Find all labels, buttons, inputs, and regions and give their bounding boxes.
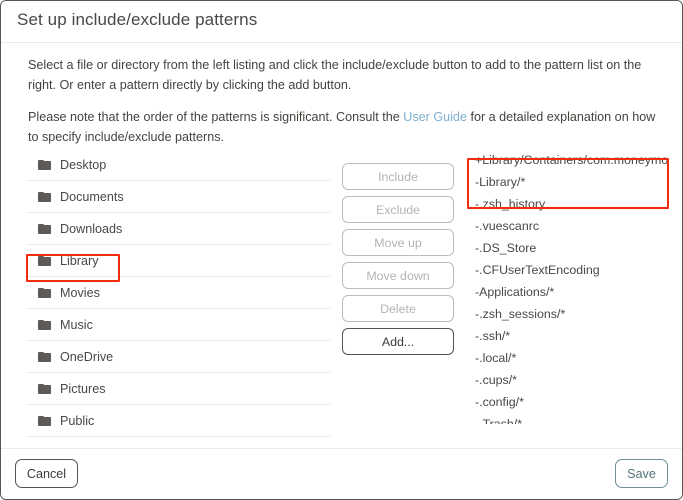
- cancel-button[interactable]: Cancel: [15, 459, 78, 488]
- pattern-list-item[interactable]: -.Trash/*: [467, 413, 669, 424]
- intro-paragraph-1: Select a file or directory from the left…: [28, 58, 642, 92]
- pattern-list-item[interactable]: -.zsh_history: [467, 193, 669, 215]
- move-up-button[interactable]: Move up: [342, 229, 454, 256]
- file-list-item-label: Music: [60, 317, 93, 332]
- pattern-list-item[interactable]: -Applications/*: [467, 281, 669, 303]
- pattern-list-item[interactable]: -.zsh_sessions/*: [467, 303, 669, 325]
- folder-icon: [38, 223, 51, 234]
- pattern-list-item[interactable]: -.config/*: [467, 391, 669, 413]
- intro-paragraph-2: Please note that the order of the patter…: [28, 107, 658, 147]
- file-list-item-label: Library: [60, 253, 99, 268]
- file-list-item[interactable]: Downloads: [26, 213, 331, 245]
- file-list-item-label: Public: [60, 413, 95, 428]
- pattern-list-item[interactable]: -Library/*: [467, 171, 669, 193]
- file-list-item-label: Pictures: [60, 381, 106, 396]
- pattern-list-item[interactable]: -.vuescanrc: [467, 215, 669, 237]
- include-exclude-patterns-dialog: Set up include/exclude patterns Select a…: [0, 0, 683, 500]
- move-down-button[interactable]: Move down: [342, 262, 454, 289]
- file-listing[interactable]: Desktop Documents Downloads Library Movies Mu…: [26, 149, 331, 444]
- include-button[interactable]: Include: [342, 163, 454, 190]
- folder-icon: [38, 383, 51, 394]
- dialog-title: Set up include/exclude patterns: [17, 10, 258, 29]
- file-list-item[interactable]: Public: [26, 405, 331, 437]
- folder-icon: [38, 287, 51, 298]
- file-list-item[interactable]: Pictures: [26, 373, 331, 405]
- file-list-item[interactable]: Desktop: [26, 149, 331, 181]
- file-list-item[interactable]: Music: [26, 309, 331, 341]
- folder-icon: [38, 159, 51, 170]
- file-list-item-label: Documents: [60, 189, 124, 204]
- file-list-item-label: Movies: [60, 285, 100, 300]
- dialog-header: Set up include/exclude patterns: [1, 1, 682, 43]
- file-list-item-label: Downloads: [60, 221, 123, 236]
- pattern-list-item[interactable]: -.cups/*: [467, 369, 669, 391]
- pattern-list-item[interactable]: -.DS_Store: [467, 237, 669, 259]
- add-button[interactable]: Add...: [342, 328, 454, 355]
- folder-icon: [38, 191, 51, 202]
- operation-button-column: Include Exclude Move up Move down Delete…: [342, 163, 454, 361]
- file-list-item[interactable]: Library: [26, 245, 331, 277]
- pattern-listing[interactable]: +Library/Containers/com.moneymone -Librar…: [467, 149, 669, 442]
- user-guide-link[interactable]: User Guide: [403, 110, 467, 124]
- file-list-item[interactable]: Documents: [26, 181, 331, 213]
- folder-icon: [38, 351, 51, 362]
- dialog-body: Desktop Documents Downloads Library Movies Mu…: [1, 149, 682, 449]
- exclude-button[interactable]: Exclude: [342, 196, 454, 223]
- file-list-item[interactable]: OneDrive: [26, 341, 331, 373]
- pattern-list-item[interactable]: -.ssh/*: [467, 325, 669, 347]
- intro-paragraph-2-before: Please note that the order of the patter…: [28, 110, 404, 124]
- folder-icon: [38, 415, 51, 426]
- file-list-item-label: OneDrive: [60, 349, 114, 364]
- delete-button[interactable]: Delete: [342, 295, 454, 322]
- file-list-item[interactable]: Movies: [26, 277, 331, 309]
- intro-text: Select a file or directory from the left…: [28, 55, 658, 147]
- file-list-item-label: Desktop: [60, 157, 107, 172]
- folder-icon: [38, 319, 51, 330]
- pattern-list-item[interactable]: -.local/*: [467, 347, 669, 369]
- save-button[interactable]: Save: [615, 459, 668, 488]
- folder-icon: [38, 255, 51, 266]
- pattern-list-item[interactable]: +Library/Containers/com.moneymone: [467, 149, 669, 171]
- dialog-footer: Cancel Save: [1, 448, 682, 499]
- pattern-list-item[interactable]: -.CFUserTextEncoding: [467, 259, 669, 281]
